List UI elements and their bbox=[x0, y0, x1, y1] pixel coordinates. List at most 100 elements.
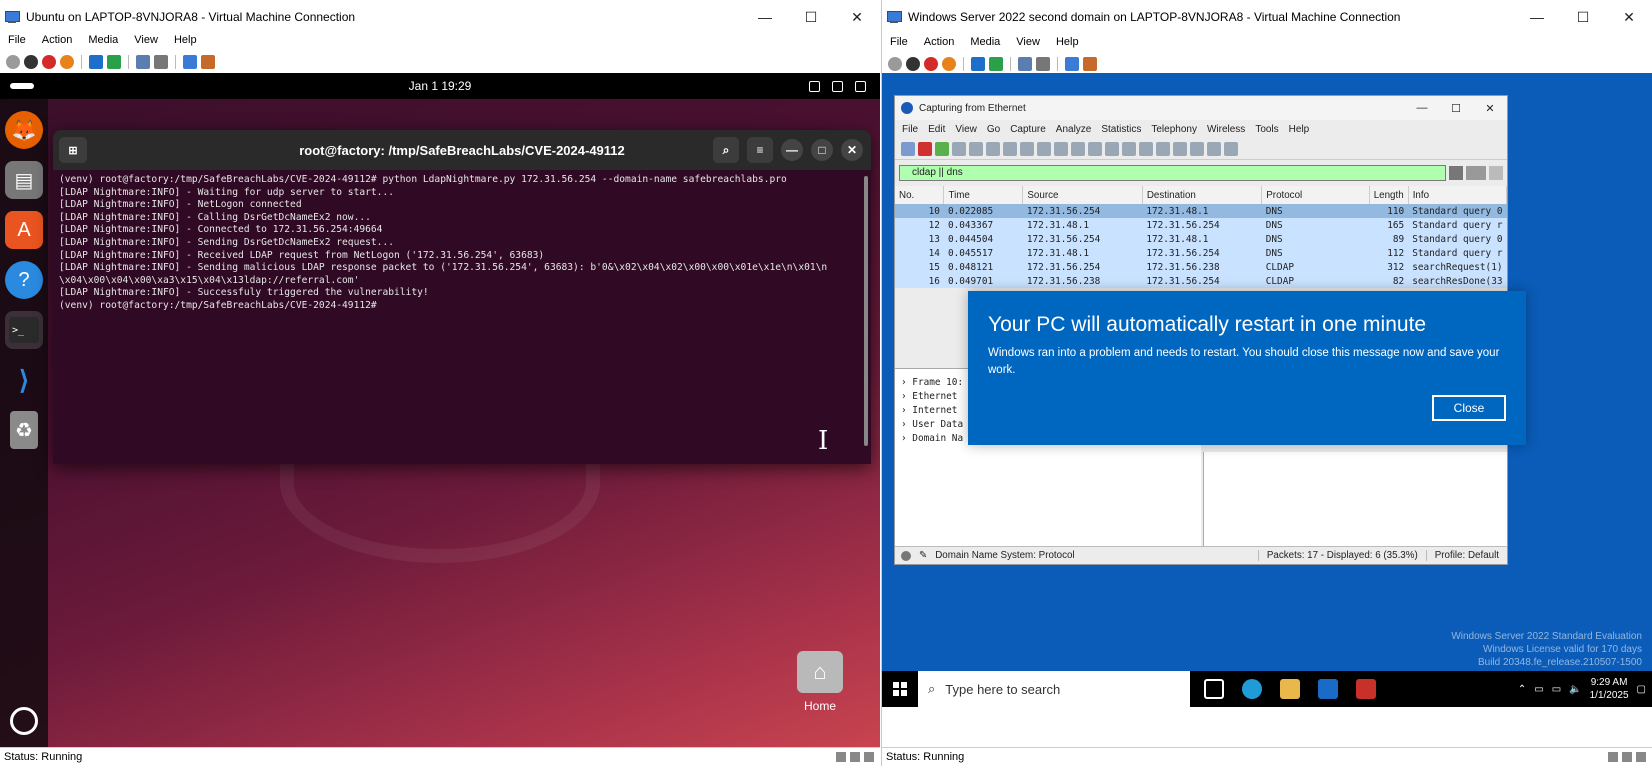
resize-columns-icon[interactable] bbox=[1224, 141, 1238, 156]
close-button[interactable]: ✕ bbox=[834, 0, 880, 34]
ws-close-button[interactable]: ✕ bbox=[1473, 102, 1507, 115]
start-icon[interactable] bbox=[989, 57, 1003, 71]
menu-action[interactable]: Action bbox=[34, 34, 81, 46]
col-length[interactable]: Length bbox=[1369, 186, 1409, 204]
col-destination[interactable]: Destination bbox=[1142, 186, 1263, 204]
ws-menu-analyze[interactable]: Analyze bbox=[1051, 124, 1097, 135]
ws-maximize-button[interactable]: ☐ bbox=[1439, 102, 1473, 115]
volume-icon[interactable]: 🔈 bbox=[1569, 684, 1581, 695]
col-protocol[interactable]: Protocol bbox=[1261, 186, 1370, 204]
status-profile[interactable]: Profile: Default bbox=[1425, 550, 1507, 561]
last-packet-icon[interactable] bbox=[1122, 141, 1136, 156]
gnome-clock[interactable]: Jan 1 19:29 bbox=[0, 79, 880, 93]
menu-view[interactable]: View bbox=[1008, 36, 1048, 48]
trash-icon[interactable]: ♻ bbox=[10, 411, 38, 449]
packet-row[interactable]: 14 0.045517 172.31.48.1 172.31.56.254 DN… bbox=[895, 246, 1507, 260]
col-no[interactable]: No. bbox=[895, 186, 945, 204]
terminal-window[interactable]: ⊞ root@factory: /tmp/SafeBreachLabs/CVE-… bbox=[53, 130, 871, 464]
go-forward-icon[interactable] bbox=[1071, 141, 1085, 156]
col-time[interactable]: Time bbox=[943, 186, 1024, 204]
share-icon[interactable] bbox=[201, 55, 215, 69]
menu-media[interactable]: Media bbox=[962, 36, 1008, 48]
pause-icon[interactable] bbox=[89, 55, 103, 69]
menu-view[interactable]: View bbox=[126, 34, 166, 46]
colorize-icon[interactable] bbox=[1156, 141, 1170, 156]
new-tab-icon[interactable]: ⊞ bbox=[59, 137, 87, 163]
ctrl-alt-del-icon[interactable] bbox=[888, 57, 902, 71]
zoom-in-icon[interactable] bbox=[1173, 141, 1187, 156]
ws-menu-wireless[interactable]: Wireless bbox=[1202, 124, 1250, 135]
wireshark-taskbar-icon[interactable] bbox=[1318, 679, 1338, 699]
ws-menu-view[interactable]: View bbox=[950, 124, 982, 135]
open-file-icon[interactable] bbox=[969, 141, 983, 156]
minimize-button[interactable]: — bbox=[1514, 0, 1560, 34]
help-icon[interactable]: ? bbox=[5, 261, 43, 299]
col-source[interactable]: Source bbox=[1022, 186, 1143, 204]
options-icon[interactable] bbox=[952, 141, 966, 156]
shutdown-icon[interactable] bbox=[924, 57, 938, 71]
app-center-icon[interactable]: A bbox=[5, 211, 43, 249]
desktop-home-folder[interactable]: ⌂ Home bbox=[795, 651, 845, 713]
maximize-button[interactable]: ☐ bbox=[788, 0, 834, 34]
menu-action[interactable]: Action bbox=[916, 36, 963, 48]
packet-row[interactable]: 16 0.049701 172.31.56.238 172.31.56.254 … bbox=[895, 274, 1507, 288]
col-info[interactable]: Info bbox=[1408, 186, 1507, 204]
packet-row[interactable]: 12 0.043367 172.31.48.1 172.31.56.254 DN… bbox=[895, 218, 1507, 232]
packet-bytes-pane[interactable] bbox=[1203, 452, 1507, 554]
ws-menu-tools[interactable]: Tools bbox=[1250, 124, 1283, 135]
vscode-icon[interactable]: ⟩ bbox=[5, 361, 43, 399]
start-button[interactable] bbox=[882, 671, 918, 707]
menu-file[interactable]: File bbox=[882, 36, 916, 48]
start-capture-icon[interactable] bbox=[901, 141, 915, 156]
notification-icon[interactable]: ▢ bbox=[1637, 684, 1646, 695]
tool-taskbar-icon[interactable] bbox=[1356, 679, 1376, 699]
zoom-out-icon[interactable] bbox=[1190, 141, 1204, 156]
start-icon[interactable] bbox=[107, 55, 121, 69]
enhanced-session-icon[interactable] bbox=[183, 55, 197, 69]
checkpoint-icon[interactable] bbox=[1018, 57, 1032, 71]
ws-menu-statistics[interactable]: Statistics bbox=[1096, 124, 1146, 135]
revert-icon[interactable] bbox=[154, 55, 168, 69]
menu-media[interactable]: Media bbox=[80, 34, 126, 46]
dialog-close-button[interactable]: Close bbox=[1432, 395, 1506, 421]
terminal-icon[interactable]: >_ bbox=[5, 311, 43, 349]
minimize-button[interactable]: — bbox=[742, 0, 788, 34]
search-icon[interactable]: ⌕ bbox=[713, 137, 739, 163]
ws-menu-file[interactable]: File bbox=[897, 124, 923, 135]
packet-row[interactable]: 13 0.044504 172.31.56.254 172.31.48.1 DN… bbox=[895, 232, 1507, 246]
apply-filter-icon[interactable] bbox=[1466, 166, 1486, 180]
network-icon[interactable]: ▭ bbox=[1534, 684, 1543, 695]
display-filter-input[interactable]: cldap || dns bbox=[899, 165, 1446, 181]
packet-row[interactable]: 15 0.048121 172.31.56.254 172.31.56.238 … bbox=[895, 260, 1507, 274]
show-apps-icon[interactable] bbox=[10, 707, 38, 735]
ws-menu-capture[interactable]: Capture bbox=[1005, 124, 1051, 135]
maximize-button[interactable]: ☐ bbox=[1560, 0, 1606, 34]
autoscroll-icon[interactable] bbox=[1139, 141, 1153, 156]
menu-help[interactable]: Help bbox=[1048, 36, 1087, 48]
save-state-icon[interactable] bbox=[942, 57, 956, 71]
edit-comment-icon[interactable]: ✎ bbox=[919, 550, 927, 561]
menu-help[interactable]: Help bbox=[166, 34, 205, 46]
filter-dropdown-icon[interactable] bbox=[1489, 166, 1503, 180]
ws-minimize-button[interactable]: — bbox=[1405, 102, 1439, 115]
files-icon[interactable]: ▤ bbox=[5, 161, 43, 199]
edge-icon[interactable] bbox=[1242, 679, 1262, 699]
enhanced-session-icon[interactable] bbox=[1065, 57, 1079, 71]
expert-info-icon[interactable] bbox=[901, 550, 911, 561]
ws-menu-go[interactable]: Go bbox=[982, 124, 1005, 135]
restart-capture-icon[interactable] bbox=[935, 141, 949, 156]
packet-row[interactable]: 10 0.022085 172.31.56.254 172.31.48.1 DN… bbox=[895, 204, 1507, 218]
first-packet-icon[interactable] bbox=[1105, 141, 1119, 156]
shutdown-icon[interactable] bbox=[42, 55, 56, 69]
task-view-icon[interactable] bbox=[1204, 679, 1224, 699]
minimize-icon[interactable]: — bbox=[781, 139, 803, 161]
hamburger-menu-icon[interactable]: ≡ bbox=[747, 137, 773, 163]
taskbar-search[interactable]: ⌕ Type here to search bbox=[918, 671, 1190, 707]
file-explorer-icon[interactable] bbox=[1280, 679, 1300, 699]
clear-filter-icon[interactable] bbox=[1449, 166, 1463, 180]
menu-file[interactable]: File bbox=[0, 34, 34, 46]
firefox-icon[interactable]: 🦊 bbox=[5, 111, 43, 149]
share-icon[interactable] bbox=[1083, 57, 1097, 71]
revert-icon[interactable] bbox=[1036, 57, 1050, 71]
ws-menu-help[interactable]: Help bbox=[1284, 124, 1315, 135]
